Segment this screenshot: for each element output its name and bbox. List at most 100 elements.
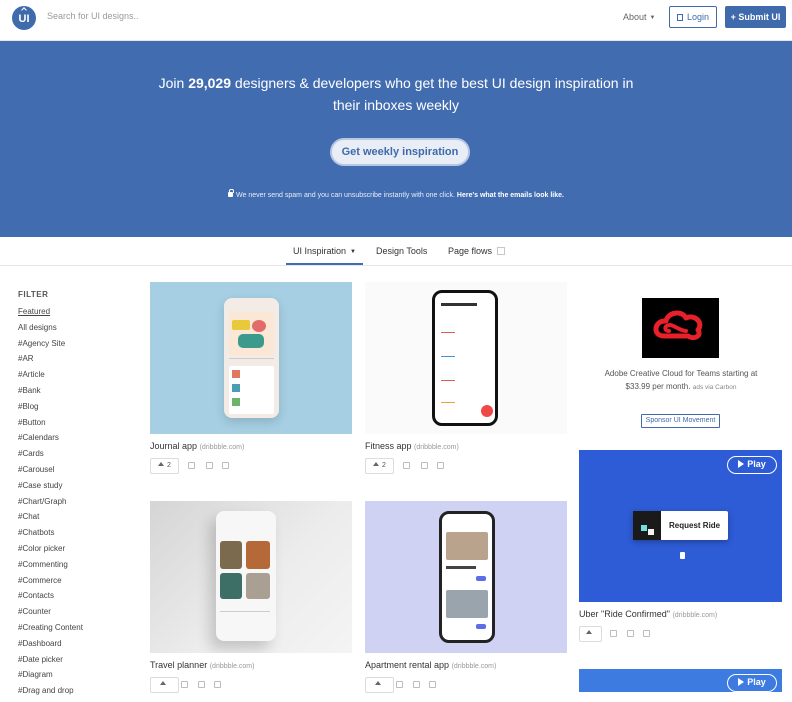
filter-item[interactable]: #Drag and drop	[18, 686, 83, 702]
filter-item-label[interactable]: #Agency Site	[18, 339, 65, 348]
filter-item-label[interactable]: #Drag and drop	[18, 686, 74, 695]
filter-item-label[interactable]: #Blog	[18, 402, 38, 411]
filter-item[interactable]: #Diagram	[18, 670, 83, 686]
collection-icon[interactable]	[181, 681, 188, 688]
bookmark-icon[interactable]	[643, 630, 650, 637]
filter-item-label[interactable]: All designs	[18, 323, 57, 332]
share-icon[interactable]	[206, 462, 213, 469]
upvote-button[interactable]	[579, 626, 602, 642]
video-thumbnail[interactable]: Play Request Ride	[579, 450, 782, 602]
filter-item-label[interactable]: #Chat	[18, 512, 39, 521]
card-title[interactable]: Uber "Ride Confirmed" (dribbble.com)	[579, 609, 717, 619]
bookmark-icon[interactable]	[214, 681, 221, 688]
filter-item[interactable]: #Chat	[18, 512, 83, 528]
filter-item-label[interactable]: #Contacts	[18, 591, 54, 600]
filter-item[interactable]: #Chart/Graph	[18, 497, 83, 513]
filter-item[interactable]: #Agency Site	[18, 339, 83, 355]
filter-item-label[interactable]: #Button	[18, 418, 46, 427]
adobe-ad-image[interactable]	[642, 298, 719, 358]
design-card[interactable]: Journal app (dribbble.com) 2	[150, 282, 352, 477]
filter-item-label[interactable]: #Calendars	[18, 433, 59, 442]
ui-movement-logo[interactable]: UI	[12, 6, 36, 30]
filter-item[interactable]: #Case study	[18, 481, 83, 497]
filter-item[interactable]: #Dashboard	[18, 639, 83, 655]
emails-example-link[interactable]: Here's what the emails look like.	[457, 192, 564, 199]
tab-ui-inspiration[interactable]: UI Inspiration ▼	[286, 246, 363, 265]
filter-item-label[interactable]: #Carousel	[18, 465, 54, 474]
design-card[interactable]: Play	[579, 669, 782, 692]
share-icon[interactable]	[413, 681, 420, 688]
filter-item-label[interactable]: #Commerce	[18, 576, 62, 585]
filter-item-label[interactable]: #Commenting	[18, 560, 68, 569]
design-card[interactable]: Fitness app (dribbble.com) 2	[365, 282, 567, 477]
bookmark-icon[interactable]	[437, 462, 444, 469]
card-thumbnail[interactable]	[365, 282, 567, 434]
card-title[interactable]: Apartment rental app (dribbble.com)	[365, 660, 496, 670]
filter-item-label[interactable]: #Diagram	[18, 670, 53, 679]
filter-item[interactable]: #Chatbots	[18, 528, 83, 544]
filter-item-label[interactable]: #Bank	[18, 386, 41, 395]
filter-item-label[interactable]: #Article	[18, 370, 45, 379]
ad-text[interactable]: Adobe Creative Cloud for Teams starting …	[596, 367, 766, 394]
bookmark-icon[interactable]	[222, 462, 229, 469]
filter-item[interactable]: #Date picker	[18, 655, 83, 671]
upvote-button[interactable]: 2	[150, 458, 179, 474]
filter-item-label[interactable]: #Creating Content	[18, 623, 83, 632]
filter-item[interactable]: #Bank	[18, 386, 83, 402]
upvote-button[interactable]	[365, 677, 394, 693]
play-button[interactable]: Play	[727, 456, 777, 474]
filter-item[interactable]: #Contacts	[18, 591, 83, 607]
bookmark-icon[interactable]	[429, 681, 436, 688]
filter-item[interactable]: #Commerce	[18, 576, 83, 592]
filter-item[interactable]: #Commenting	[18, 560, 83, 576]
filter-item[interactable]: #AR	[18, 354, 83, 370]
filter-item-label[interactable]: #Counter	[18, 607, 51, 616]
filter-item[interactable]: #Carousel	[18, 465, 83, 481]
filter-item-label[interactable]: #Dashboard	[18, 639, 62, 648]
filter-item[interactable]: #Counter	[18, 607, 83, 623]
card-thumbnail[interactable]	[150, 501, 352, 653]
sponsor-button[interactable]: Sponsor UI Movement	[641, 414, 720, 428]
login-button[interactable]: Login	[669, 6, 717, 28]
card-title[interactable]: Journal app (dribbble.com)	[150, 441, 244, 451]
get-weekly-inspiration-button[interactable]: Get weekly inspiration	[330, 138, 470, 166]
collection-icon[interactable]	[188, 462, 195, 469]
filter-item-label[interactable]: #AR	[18, 354, 34, 363]
filter-item[interactable]: #Article	[18, 370, 83, 386]
filter-item[interactable]: Featured	[18, 307, 83, 323]
card-title[interactable]: Travel planner (dribbble.com)	[150, 660, 254, 670]
filter-item[interactable]: #Button	[18, 418, 83, 434]
filter-item-label[interactable]: #Case study	[18, 481, 62, 490]
submit-ui-button[interactable]: + Submit UI	[725, 6, 786, 28]
filter-item[interactable]: #Color picker	[18, 544, 83, 560]
filter-item[interactable]: #Cards	[18, 449, 83, 465]
collection-icon[interactable]	[403, 462, 410, 469]
card-title[interactable]: Fitness app (dribbble.com)	[365, 441, 459, 451]
card-thumbnail[interactable]	[150, 282, 352, 434]
filter-item-label[interactable]: #Cards	[18, 449, 44, 458]
about-menu[interactable]: About ▼	[623, 12, 655, 22]
design-card[interactable]: Play Request Ride Uber "Ride Confirmed" …	[579, 450, 782, 645]
search-input[interactable]	[47, 11, 307, 21]
design-card[interactable]: Apartment rental app (dribbble.com)	[365, 501, 567, 693]
filter-item-label[interactable]: #Chatbots	[18, 528, 54, 537]
design-card[interactable]: Travel planner (dribbble.com)	[150, 501, 352, 693]
filter-item-label[interactable]: Featured	[18, 307, 50, 316]
collection-icon[interactable]	[610, 630, 617, 637]
play-button[interactable]: Play	[727, 674, 777, 692]
filter-item-label[interactable]: #Date picker	[18, 655, 63, 664]
filter-item[interactable]: #Blog	[18, 402, 83, 418]
share-icon[interactable]	[421, 462, 428, 469]
filter-item[interactable]: #Creating Content	[18, 623, 83, 639]
tab-design-tools[interactable]: Design Tools	[376, 246, 427, 256]
tab-page-flows[interactable]: Page flows	[448, 246, 506, 256]
upvote-button[interactable]	[150, 677, 179, 693]
share-icon[interactable]	[627, 630, 634, 637]
ads-via-carbon[interactable]: ads via Carbon	[693, 384, 737, 391]
collection-icon[interactable]	[396, 681, 403, 688]
share-icon[interactable]	[198, 681, 205, 688]
filter-item-label[interactable]: #Chart/Graph	[18, 497, 66, 506]
card-thumbnail[interactable]	[365, 501, 567, 653]
filter-item[interactable]: #Calendars	[18, 433, 83, 449]
upvote-button[interactable]: 2	[365, 458, 394, 474]
